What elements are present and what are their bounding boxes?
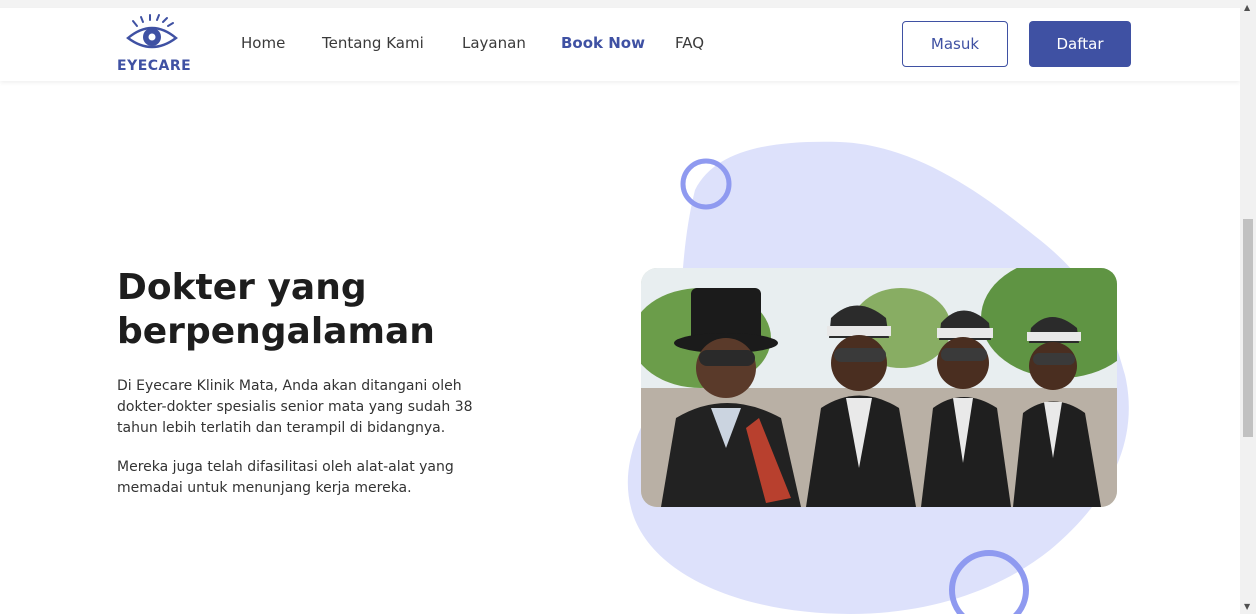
logo-text: EYECARE [117,58,192,74]
register-button[interactable]: Daftar [1029,21,1131,67]
hero-heading: Dokter yang berpengalaman [117,267,435,352]
scroll-up-icon[interactable]: ▲ [1244,3,1250,12]
hero-paragraph-2: Mereka juga telah difasilitasi oleh alat… [117,459,454,496]
eye-logo-icon [126,14,178,49]
nav-faq[interactable]: FAQ [675,34,704,52]
navbar: EYECARE Home Tentang Kami Layanan Book N… [0,8,1240,81]
nav-home[interactable]: Home [241,34,285,52]
nav-layanan[interactable]: Layanan [462,34,526,52]
scrollbar-thumb[interactable] [1243,219,1253,437]
logo[interactable]: EYECARE [115,14,191,74]
nav-tentang-kami[interactable]: Tentang Kami [322,34,424,52]
login-button[interactable]: Masuk [902,21,1008,67]
browser-top-edge [0,0,1240,8]
scroll-down-icon[interactable]: ▼ [1244,602,1250,611]
nav-book-now[interactable]: Book Now [561,34,645,52]
hero-paragraph-1: Di Eyecare Klinik Mata, Anda akan ditang… [117,378,473,436]
scrollbar[interactable]: ▲ ▼ [1240,0,1256,614]
doctors-photo [641,268,1117,507]
